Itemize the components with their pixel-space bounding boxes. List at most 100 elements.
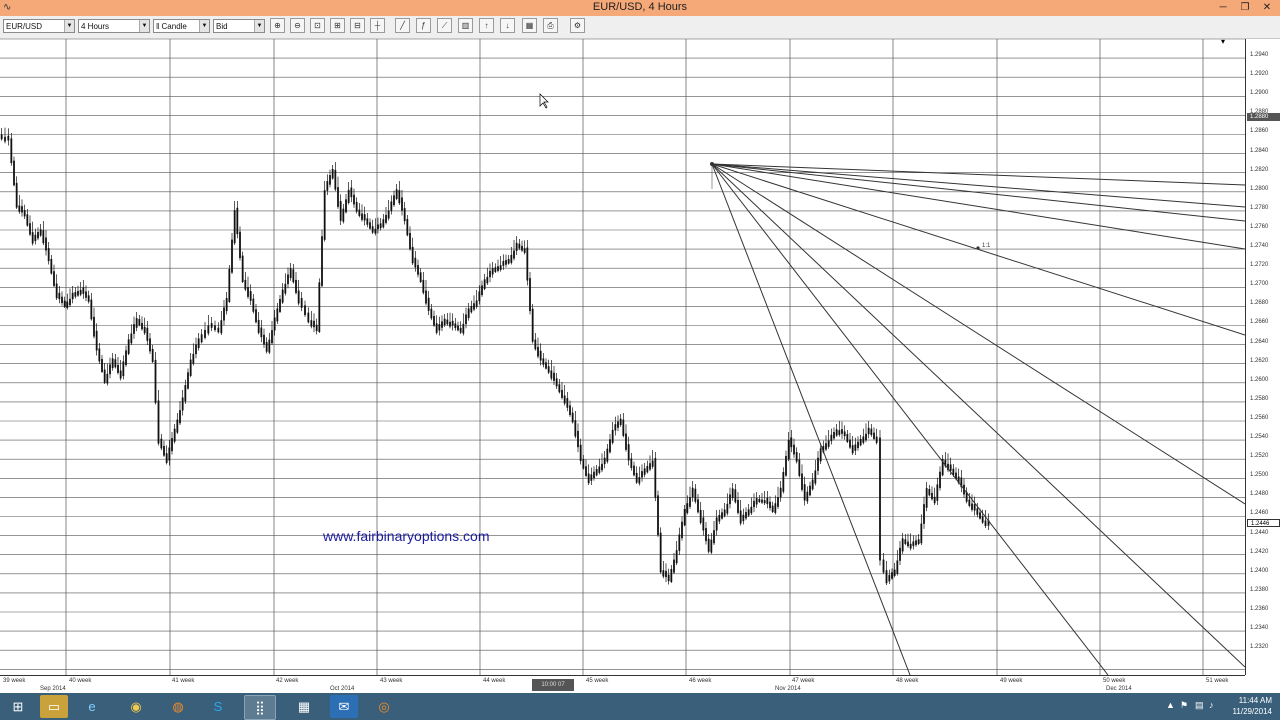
- print-button[interactable]: ⎙: [543, 18, 558, 33]
- candle-body: [326, 181, 329, 191]
- candle-body: [949, 464, 952, 471]
- calculator-icon[interactable]: ▦: [290, 695, 318, 718]
- candle-body: [774, 503, 777, 513]
- candle-body: [165, 453, 168, 463]
- gann-fan-line: [711, 163, 1245, 250]
- candle-body: [478, 291, 481, 302]
- fibonacci-tool-button[interactable]: ƒ: [416, 18, 431, 33]
- candle-body: [928, 489, 931, 496]
- week-tick-label: 48 week: [896, 678, 919, 684]
- candle-body: [473, 303, 475, 310]
- candle-body: [593, 471, 595, 479]
- candle-body: [295, 279, 297, 293]
- candle-body: [37, 232, 39, 239]
- price-tick-label: 1.2480: [1250, 491, 1269, 498]
- indicators-button[interactable]: ▥: [458, 18, 473, 33]
- scroll-end-icon[interactable]: ▾: [1221, 37, 1225, 46]
- line-tool-button[interactable]: ╱: [395, 18, 410, 33]
- candle-body: [971, 503, 973, 510]
- candle-body: [289, 268, 292, 279]
- minimize-button[interactable]: ─: [1212, 0, 1234, 16]
- candle-body: [263, 334, 265, 345]
- candle-body: [149, 338, 151, 352]
- candle-body: [321, 236, 323, 286]
- price-side-select[interactable]: Bid ▼: [213, 19, 265, 33]
- candle-body: [923, 504, 925, 524]
- clock-time: 11:44 AM: [1238, 696, 1272, 705]
- candle-body: [122, 361, 125, 377]
- candle-body: [195, 344, 197, 355]
- candle-body: [702, 517, 705, 531]
- system-clock[interactable]: 11:44 AM 11/29/2014: [1233, 695, 1272, 717]
- file-explorer-icon[interactable]: ▭: [40, 695, 68, 718]
- trade-down-button[interactable]: ↓: [500, 18, 515, 33]
- skype-icon[interactable]: S: [204, 695, 232, 718]
- candle-body: [769, 501, 771, 509]
- candle-body: [547, 366, 550, 373]
- restore-button[interactable]: ❐: [1234, 0, 1256, 16]
- candle-body: [843, 431, 846, 437]
- chart-toolbar: EUR/USD ▼ 4 Hours ▼ ‖ Candle ▼ Bid ▼ ⊕ ⊖ ⊡ ⊞ ⊟ ┼ ╱…: [0, 16, 1280, 39]
- candle-body: [454, 323, 457, 329]
- month-tick-label: Dec 2014: [1106, 686, 1132, 692]
- close-button[interactable]: ✕: [1256, 0, 1278, 16]
- price-tick-label: 1.2680: [1250, 300, 1269, 307]
- candle-body: [806, 491, 809, 502]
- candle-body: [163, 445, 165, 456]
- chart-type-select[interactable]: ‖ Candle ▼: [153, 19, 210, 33]
- crosshair-button[interactable]: ┼: [370, 18, 385, 33]
- firefox-icon[interactable]: ◍: [164, 695, 192, 718]
- chrome-icon[interactable]: ◉: [122, 695, 150, 718]
- zoom-fit-button[interactable]: ⊡: [310, 18, 325, 33]
- candle-body: [659, 532, 662, 573]
- volume-icon[interactable]: ♪: [1209, 700, 1214, 710]
- settings-button[interactable]: ⚙: [570, 18, 585, 33]
- media-player-icon[interactable]: ◎: [370, 695, 398, 718]
- candle-body: [331, 169, 334, 179]
- symbol-select[interactable]: EUR/USD ▼: [3, 19, 75, 33]
- gann-fan-line: [711, 163, 1245, 505]
- zoom-out-button[interactable]: ⊖: [290, 18, 305, 33]
- timeframe-select[interactable]: 4 Hours ▼: [78, 19, 150, 33]
- month-tick-label: Oct 2014: [330, 686, 355, 692]
- candle-body: [875, 436, 878, 443]
- candle-body: [204, 329, 206, 338]
- candle-body: [271, 330, 273, 344]
- zoom-reset-button[interactable]: ⊟: [350, 18, 365, 33]
- trade-up-button[interactable]: ↑: [479, 18, 494, 33]
- candle-body: [47, 248, 50, 262]
- candle-body: [882, 559, 885, 573]
- candle-body: [779, 487, 782, 498]
- mail-icon[interactable]: ✉: [330, 695, 358, 718]
- candle-body: [313, 320, 315, 328]
- candle-body: [233, 210, 236, 244]
- candle-body: [58, 292, 61, 300]
- candle-body: [879, 437, 881, 561]
- zoom-range-button[interactable]: ⊞: [330, 18, 345, 33]
- trading-app-icon[interactable]: ⣿: [244, 695, 276, 720]
- network-icon[interactable]: ▤: [1195, 700, 1204, 711]
- candle-body: [281, 289, 284, 303]
- flag-icon[interactable]: ⚑: [1180, 700, 1188, 711]
- candle-body: [374, 228, 377, 234]
- gann-fan-line: [711, 163, 911, 675]
- tray-arrow-icon[interactable]: ▲: [1166, 700, 1175, 710]
- candle-body: [537, 346, 539, 357]
- grid-toggle-button[interactable]: ▦: [522, 18, 537, 33]
- gann-fan-tool-button[interactable]: ⟋: [437, 18, 452, 33]
- candle-body: [252, 298, 255, 312]
- candle-body: [761, 499, 763, 503]
- candle-body: [459, 327, 462, 333]
- candle-body: [339, 201, 342, 221]
- candle-body: [814, 470, 817, 484]
- candle-body: [239, 231, 241, 259]
- candle-body: [181, 397, 184, 411]
- candle-body: [409, 232, 411, 250]
- windows-start-icon[interactable]: ⊞: [4, 695, 32, 718]
- internet-explorer-icon[interactable]: e: [78, 695, 106, 718]
- zoom-in-button[interactable]: ⊕: [270, 18, 285, 33]
- candle-body: [614, 424, 617, 431]
- candle-body: [917, 539, 920, 544]
- candle-body: [154, 359, 157, 403]
- price-chart[interactable]: 1:1: [0, 39, 1245, 675]
